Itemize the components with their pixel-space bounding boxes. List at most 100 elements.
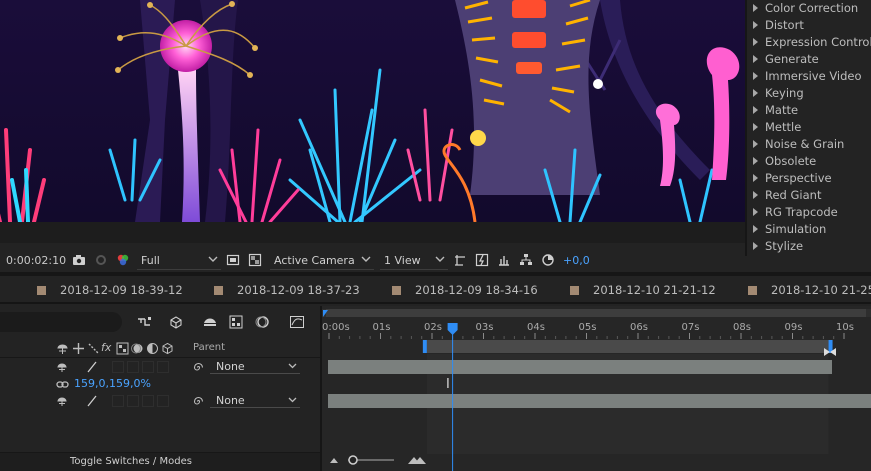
- current-timecode[interactable]: 0:00:02:10: [6, 254, 66, 267]
- chevron-down-icon: [361, 256, 371, 262]
- expand-triangle-icon: [753, 105, 758, 114]
- toggle-pixel-aspect-icon[interactable]: [453, 253, 467, 267]
- comp-tab[interactable]: 2018-12-09 18-37-23: [214, 283, 360, 297]
- view-layout-value: 1 View: [384, 254, 421, 267]
- effects-category[interactable]: Expression Controls: [753, 33, 871, 50]
- effects-category[interactable]: Perspective: [753, 169, 832, 186]
- show-snapshot-icon[interactable]: [94, 253, 108, 267]
- snapshot-camera-icon[interactable]: [72, 253, 86, 267]
- effects-category[interactable]: Keying: [753, 84, 804, 101]
- toggle-switches-modes-bar[interactable]: Toggle Switches / Modes: [0, 452, 320, 471]
- zoom-in-icon[interactable]: [408, 457, 426, 464]
- chevron-down-icon: [208, 256, 218, 262]
- ruler-label: 0:00s: [322, 322, 350, 333]
- time-navigator-range[interactable]: [326, 309, 866, 317]
- collapse-column-icon: [73, 343, 84, 354]
- layer-row[interactable]: None: [0, 393, 320, 410]
- color-channels-icon[interactable]: [116, 253, 130, 267]
- layer-duration-bar[interactable]: [328, 360, 832, 374]
- comp-tab[interactable]: 2018-12-09 18-34-16: [392, 283, 538, 297]
- switch-box[interactable]: [142, 395, 154, 407]
- layer-switch-boxes[interactable]: [112, 395, 172, 407]
- chevron-down-icon: [435, 256, 445, 262]
- effects-category[interactable]: Mettle: [753, 118, 801, 135]
- view-layout-select[interactable]: 1 View: [380, 251, 448, 270]
- effects-category[interactable]: Immersive Video: [753, 67, 862, 84]
- camera-select[interactable]: Active Camera: [270, 251, 374, 270]
- layer-search-input[interactable]: [0, 312, 122, 332]
- flowchart-icon[interactable]: [519, 253, 533, 267]
- effects-category[interactable]: RG Trapcode: [753, 203, 838, 220]
- timeline-icon[interactable]: [497, 253, 511, 267]
- effects-category[interactable]: Simulation: [753, 220, 826, 237]
- layer-column-header: fx Parent: [0, 340, 320, 358]
- comp-tab[interactable]: 2018-12-10 21-21-12: [570, 283, 716, 297]
- expand-triangle-icon: [753, 37, 758, 46]
- expand-triangle-icon: [753, 122, 758, 131]
- layer-duration-bar[interactable]: [328, 394, 871, 408]
- effects-category[interactable]: Matte: [753, 101, 798, 118]
- composition-preview-image: [0, 0, 745, 222]
- camera-value: Active Camera: [274, 254, 355, 267]
- expand-triangle-icon: [753, 241, 758, 250]
- resolution-select[interactable]: Full: [137, 251, 221, 270]
- draft-3d-icon[interactable]: [168, 314, 184, 330]
- layer-row[interactable]: None: [0, 359, 320, 376]
- zoom-slider-thumb[interactable]: [348, 455, 358, 465]
- resolution-value: Full: [141, 254, 160, 267]
- work-area-start-handle[interactable]: [422, 340, 427, 353]
- work-area-bar[interactable]: [426, 340, 829, 353]
- switch-box[interactable]: [157, 361, 169, 373]
- timeline-graph-area[interactable]: 0:00s 01s 02s 03s 04s 05s 06s 07s 08s 09s 10s I: [322, 306, 871, 471]
- ruler-label: 02s: [424, 322, 442, 333]
- switch-box[interactable]: [112, 395, 124, 407]
- switch-box[interactable]: [157, 395, 169, 407]
- expand-triangle-icon: [753, 88, 758, 97]
- graph-editor-icon[interactable]: [289, 314, 305, 330]
- reset-exposure-icon[interactable]: [541, 253, 555, 267]
- fast-previews-icon[interactable]: [475, 253, 489, 267]
- comp-tab[interactable]: 2018-12-09 18-39-12: [37, 283, 183, 297]
- shy-layers-icon[interactable]: [202, 314, 218, 330]
- exposure-value[interactable]: +0,0: [563, 254, 590, 267]
- timeline-layer-panel: fx Parent None 159,0,159,0% None Toggle …: [0, 306, 322, 471]
- effects-category[interactable]: Stylize: [753, 237, 803, 254]
- timeline-ruler-and-bars[interactable]: 0:00s 01s 02s 03s 04s 05s 06s 07s 08s 09s 10s I: [322, 306, 871, 471]
- effects-category[interactable]: Obsolete: [753, 152, 816, 169]
- shy-switch-icon[interactable]: [56, 395, 68, 407]
- comp-tab[interactable]: 2018-12-10 21-25-43: [748, 283, 871, 297]
- pick-whip-icon[interactable]: [192, 395, 205, 408]
- region-of-interest-icon[interactable]: [226, 253, 240, 267]
- zoom-out-icon[interactable]: [330, 458, 338, 463]
- comp-color-swatch: [214, 285, 223, 295]
- shy-switch-icon[interactable]: [56, 361, 68, 373]
- scale-value[interactable]: 159,0,159,0%: [74, 377, 151, 390]
- comp-mini-flowchart-icon[interactable]: [136, 314, 152, 330]
- constrain-proportions-link-icon[interactable]: [56, 379, 69, 390]
- switch-box[interactable]: [142, 361, 154, 373]
- effects-category[interactable]: Red Giant: [753, 186, 821, 203]
- effects-category[interactable]: Noise & Grain: [753, 135, 844, 152]
- scale-property-row: 159,0,159,0%: [0, 376, 320, 393]
- frame-blending-icon[interactable]: [228, 314, 244, 330]
- quality-switch-icon[interactable]: [86, 395, 98, 407]
- quality-switch-icon[interactable]: [86, 361, 98, 373]
- parent-select[interactable]: None: [210, 393, 300, 408]
- chevron-down-icon: [288, 397, 297, 403]
- transparency-grid-icon[interactable]: [248, 253, 262, 267]
- expand-triangle-icon: [753, 224, 758, 233]
- composition-viewer[interactable]: [0, 0, 745, 243]
- effects-category[interactable]: Distort: [753, 16, 804, 33]
- expand-triangle-icon: [753, 190, 758, 199]
- parent-select[interactable]: None: [210, 359, 300, 374]
- motion-blur-icon[interactable]: [254, 314, 270, 330]
- timeline-zoom-slider[interactable]: [322, 452, 442, 468]
- switch-box[interactable]: [127, 361, 139, 373]
- effects-category[interactable]: Color Correction: [753, 0, 858, 16]
- switch-box[interactable]: [127, 395, 139, 407]
- layer-switch-boxes[interactable]: [112, 361, 172, 373]
- toggle-switches-modes-label[interactable]: Toggle Switches / Modes: [70, 456, 192, 467]
- pick-whip-icon[interactable]: [192, 361, 205, 374]
- effects-category[interactable]: Generate: [753, 50, 819, 67]
- switch-box[interactable]: [112, 361, 124, 373]
